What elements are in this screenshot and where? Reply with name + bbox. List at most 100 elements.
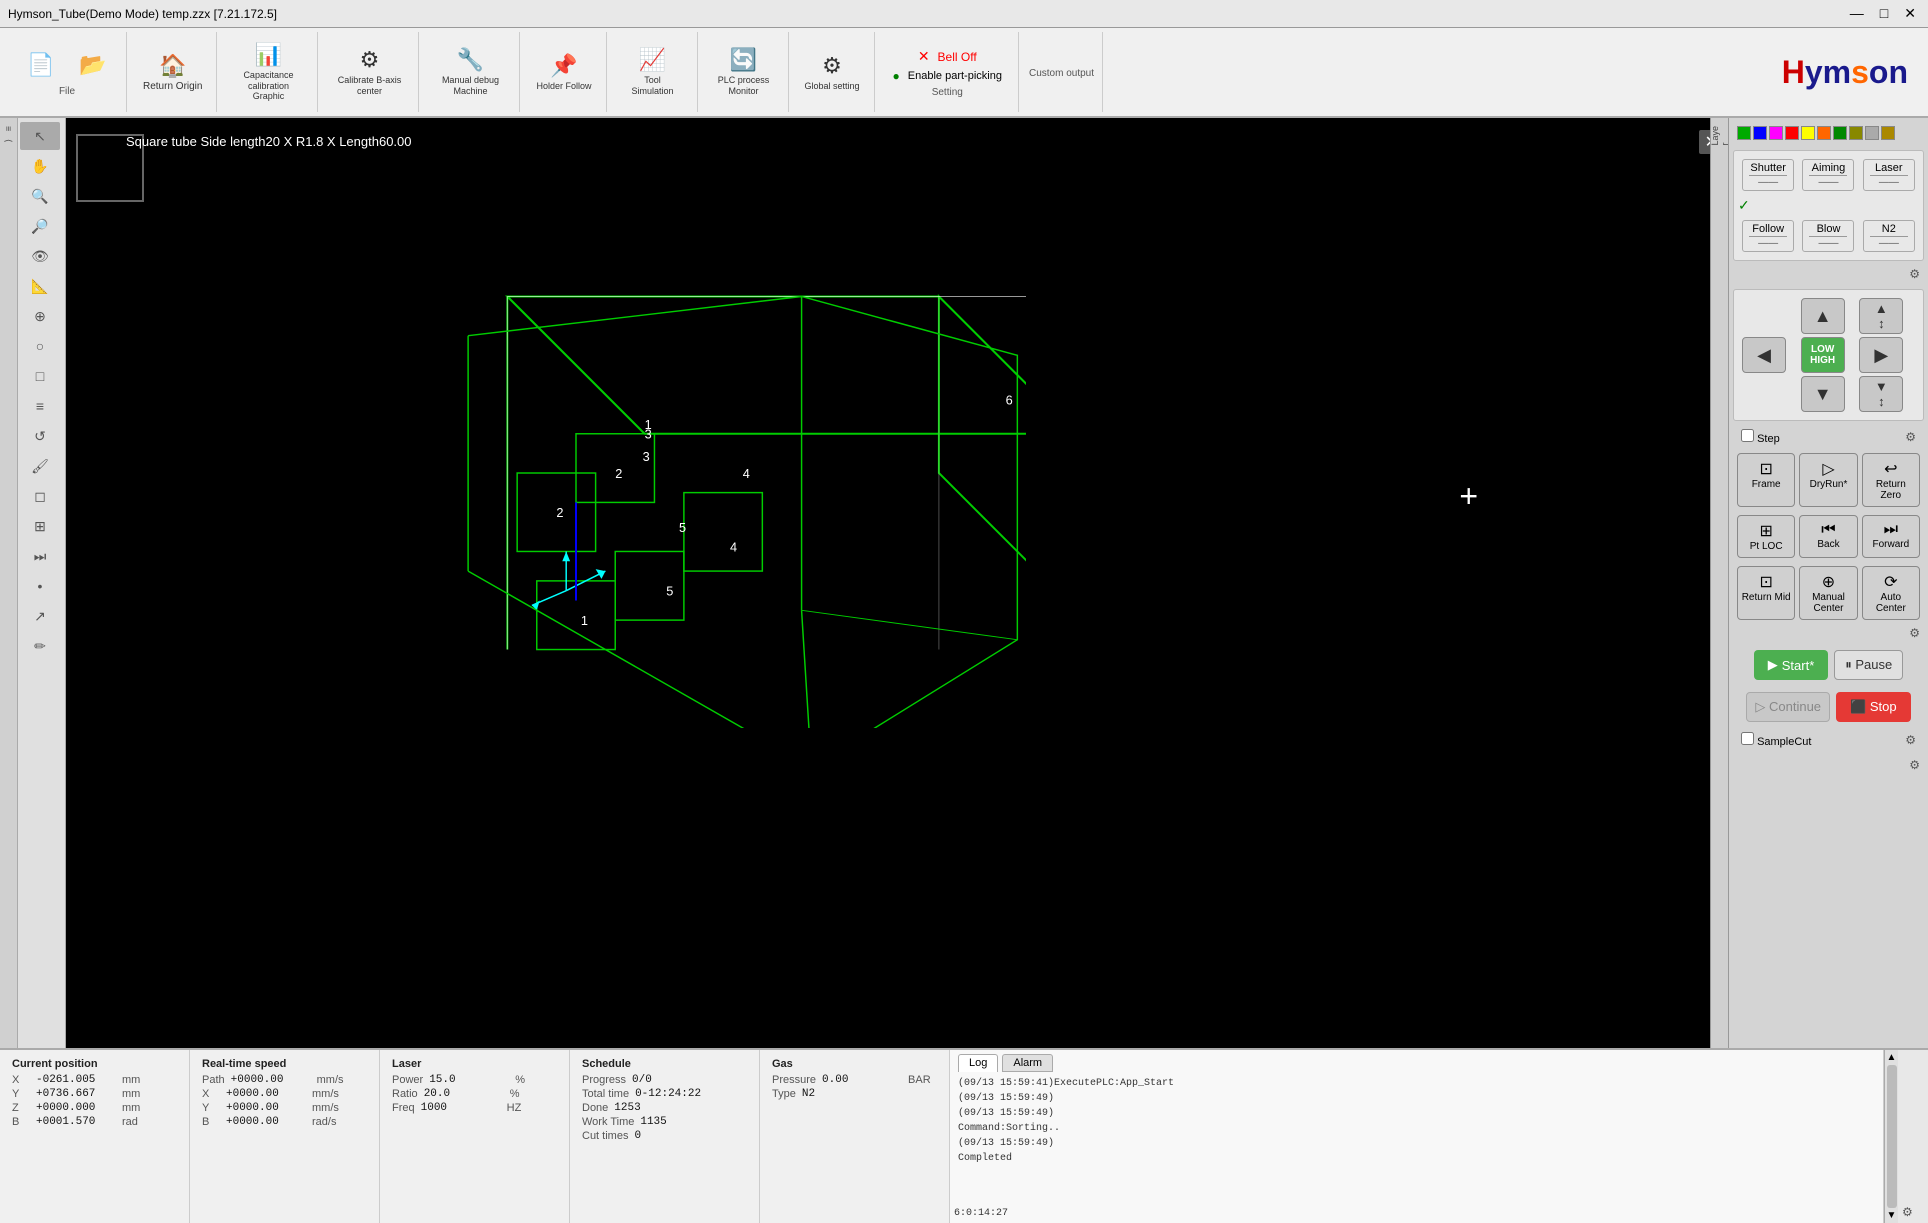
x-label: X	[12, 1074, 30, 1086]
bottom-settings-gear-icon[interactable]: ⚙	[1902, 1205, 1913, 1219]
aiming-button[interactable]: Aiming ——	[1802, 159, 1854, 191]
global-setting-button[interactable]: ⚙ Global setting	[799, 49, 866, 96]
return-mid-button[interactable]: ⊡ Return Mid	[1737, 566, 1795, 620]
dot-btn[interactable]: •	[20, 572, 60, 600]
select2-button[interactable]: ◻	[20, 482, 60, 510]
laser-button[interactable]: Laser ——	[1863, 159, 1915, 191]
dry-run-button[interactable]: ▷ DryRun*	[1799, 453, 1857, 507]
scrollbar-thumb[interactable]	[1887, 1065, 1897, 1208]
move-tool-button[interactable]: ✋	[20, 152, 60, 180]
palette-color-olive[interactable]	[1849, 126, 1863, 140]
manual-debug-button[interactable]: 🔧 Manual debug Machine	[429, 43, 511, 101]
step-checkbox[interactable]	[1741, 429, 1754, 442]
palette-color-green[interactable]	[1737, 126, 1751, 140]
center-gear-icon[interactable]: ⚙	[1909, 626, 1920, 640]
tool-simulation-label: Tool Simulation	[623, 75, 683, 97]
follow-button[interactable]: Follow ——	[1742, 220, 1794, 252]
ruler-tool-button[interactable]: 📐	[20, 272, 60, 300]
gas-panel: Gas Pressure 0.00 BAR Type N2	[760, 1050, 950, 1223]
sample-gear-icon[interactable]: ⚙	[1905, 733, 1916, 747]
plc-process-button[interactable]: 🔄 PLC process Monitor	[708, 43, 780, 101]
eye-tool-button[interactable]: 👁	[20, 242, 60, 270]
manual-center-button[interactable]: ⊕ Manual Center	[1799, 566, 1857, 620]
return-origin-button[interactable]: 🏠 Return Origin	[137, 49, 208, 96]
log-tab[interactable]: Log	[958, 1054, 998, 1072]
forward-button[interactable]: ⏭ Forward	[1862, 515, 1920, 558]
move-right-button[interactable]: ▶	[1859, 337, 1903, 373]
scroll-up-arrow[interactable]: ▲	[1887, 1052, 1897, 1063]
pt-loc-button[interactable]: ⊞ Pt LOC	[1737, 515, 1795, 558]
step-gear-icon[interactable]: ⚙	[1905, 430, 1916, 444]
auto-center-label: Auto Center	[1865, 592, 1917, 614]
sample-cut-checkbox[interactable]	[1741, 732, 1754, 745]
log-scrollbar[interactable]: ▲ ▼	[1884, 1050, 1898, 1223]
color-palette	[1733, 122, 1924, 144]
continue-button[interactable]: ▷ Continue	[1746, 692, 1830, 722]
palette-color-darkgreen[interactable]	[1833, 126, 1847, 140]
select-tool-button[interactable]: ↖	[20, 122, 60, 150]
layers-button[interactable]: ≡	[20, 392, 60, 420]
return-zero-button[interactable]: ↩ Return Zero	[1862, 453, 1920, 507]
palette-color-orange[interactable]	[1817, 126, 1831, 140]
new-file-button[interactable]: 📄	[16, 48, 66, 84]
calibrate-b-button[interactable]: ⚙ Calibrate B-axis center	[328, 43, 410, 101]
laser-gear-icon[interactable]: ⚙	[1909, 267, 1920, 281]
zoom-in-button[interactable]: ⊕	[20, 302, 60, 330]
zoom-tool-button[interactable]: 🔍	[20, 182, 60, 210]
rp-bottom-settings: ⚙	[1733, 754, 1924, 776]
maximize-button[interactable]: □	[1876, 5, 1892, 22]
total-time-value: 0-12:24:22	[635, 1088, 715, 1100]
log-tabs: Log Alarm	[958, 1054, 1875, 1072]
y-value: +0736.667	[36, 1088, 116, 1100]
palette-color-gray[interactable]	[1865, 126, 1879, 140]
fill-button[interactable]: 🖌	[20, 452, 60, 480]
shutter-button[interactable]: Shutter ——	[1742, 159, 1794, 191]
auto-center-button[interactable]: ⟳ Auto Center	[1862, 566, 1920, 620]
alarm-tab[interactable]: Alarm	[1002, 1054, 1053, 1072]
palette-color-brown[interactable]	[1881, 126, 1895, 140]
b-label: B	[12, 1116, 30, 1128]
canvas-area[interactable]: Square tube Side length20 X R1.8 X Lengt…	[66, 118, 1728, 1048]
capacitance-button[interactable]: 📊 Capacitance calibration Graphic	[227, 38, 309, 106]
undo-tool-button[interactable]: ↺	[20, 422, 60, 450]
svg-text:5: 5	[679, 520, 686, 535]
scroll-down-arrow[interactable]: ▼	[1887, 1210, 1897, 1221]
blow-button[interactable]: Blow ——	[1802, 220, 1854, 252]
palette-color-blue[interactable]	[1753, 126, 1767, 140]
step-btn[interactable]: ⊞	[20, 512, 60, 540]
palette-color-magenta[interactable]	[1769, 126, 1783, 140]
svg-text:4: 4	[743, 466, 750, 481]
open-file-button[interactable]: 📂	[68, 48, 118, 84]
move-left-button[interactable]: ◀	[1742, 337, 1786, 373]
cursor-tool[interactable]: ↗	[20, 602, 60, 630]
low-high-toggle[interactable]: LOWHIGH	[1801, 337, 1845, 373]
log-entry-6: Completed	[958, 1151, 1875, 1166]
n2-button[interactable]: N2 ——	[1863, 220, 1915, 252]
holder-follow-button[interactable]: 📌 Holder Follow	[530, 49, 597, 96]
pencil-tool[interactable]: ✏	[20, 632, 60, 660]
vtab-item[interactable]: ≡	[2, 122, 16, 135]
skip-btn[interactable]: ⏭	[20, 542, 60, 570]
palette-color-red[interactable]	[1785, 126, 1799, 140]
start-button[interactable]: ▶ Start*	[1754, 650, 1829, 680]
move-up-button[interactable]: ▲	[1801, 298, 1845, 334]
stop-button[interactable]: ⬛ Stop	[1836, 692, 1911, 722]
vtab-item-2[interactable]: ⟨	[2, 135, 16, 147]
frame-button[interactable]: ⊡ Frame	[1737, 453, 1795, 507]
move-up-right-button[interactable]: ▲↕	[1859, 298, 1903, 334]
rp-bottom-gear-icon[interactable]: ⚙	[1909, 758, 1920, 772]
move-down-button[interactable]: ▼	[1801, 376, 1845, 412]
minimize-button[interactable]: —	[1846, 5, 1868, 22]
rect-tool-button[interactable]: □	[20, 362, 60, 390]
tool-simulation-button[interactable]: 📈 Tool Simulation	[617, 43, 689, 101]
back-button[interactable]: ⏮ Back	[1799, 515, 1857, 558]
eyedropper-button[interactable]: 🔎	[20, 212, 60, 240]
close-button[interactable]: ✕	[1900, 5, 1920, 22]
palette-color-yellow[interactable]	[1801, 126, 1815, 140]
circle-tool-button[interactable]: ○	[20, 332, 60, 360]
move-down-right-button[interactable]: ▼↕	[1859, 376, 1903, 412]
pause-button[interactable]: ⏸ Pause	[1834, 650, 1903, 680]
cut-times-label: Cut times	[582, 1130, 628, 1142]
speed-x-unit: mm/s	[312, 1088, 339, 1100]
titlebar-controls[interactable]: — □ ✕	[1846, 5, 1920, 22]
